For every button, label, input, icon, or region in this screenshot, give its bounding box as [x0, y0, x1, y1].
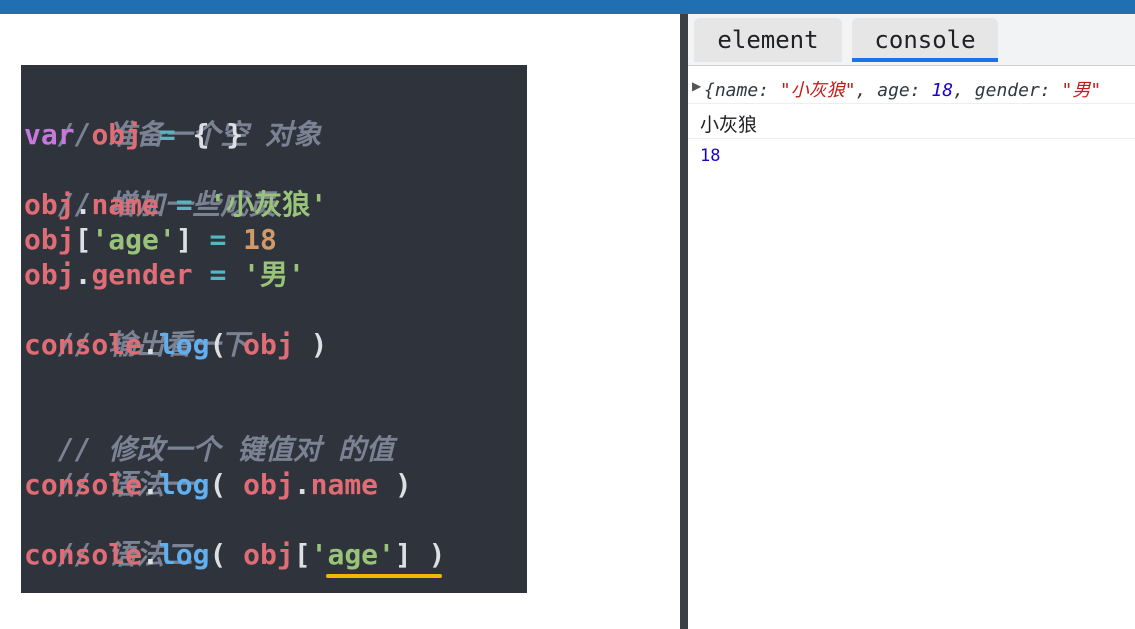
- string-value: '男': [243, 258, 305, 291]
- function-log: log: [158, 328, 210, 361]
- dot: .: [74, 258, 92, 291]
- paren-close: ): [394, 468, 412, 501]
- code-line-14: console.log( obj['age'] ): [24, 537, 445, 572]
- operator-assign: =: [175, 188, 193, 221]
- operator-assign: =: [158, 118, 176, 151]
- variable-obj: obj: [24, 188, 75, 221]
- keyword-var: var: [24, 118, 75, 151]
- braces: { }: [192, 118, 244, 151]
- top-bar: [0, 0, 1135, 14]
- dot: .: [142, 538, 159, 571]
- argument-obj: obj: [243, 468, 294, 501]
- function-log: log: [158, 538, 210, 571]
- code-line-6: obj.gender = '男': [24, 257, 305, 292]
- value-gender: "男": [1061, 80, 1102, 101]
- console-log-row-object[interactable]: ▶ {name: "小灰狼", age: 18, gender: "男": [688, 70, 1135, 104]
- dot: .: [142, 328, 159, 361]
- dot: .: [74, 188, 92, 221]
- function-log: log: [158, 468, 210, 501]
- tab-element[interactable]: element: [694, 18, 842, 62]
- key-age: , age:: [855, 80, 932, 101]
- paren-open: (: [209, 468, 227, 501]
- console-object: console: [24, 468, 143, 501]
- code-line-2: var obj = { }: [24, 117, 243, 152]
- variable-obj: obj: [91, 118, 143, 151]
- key-gender: , gender:: [953, 80, 1062, 101]
- variable-obj: obj: [24, 258, 75, 291]
- devtools-tab-bar: element console: [688, 14, 1135, 66]
- dot: .: [293, 468, 311, 501]
- code-line-4: obj.name = '小灰狼': [24, 187, 327, 222]
- paren-open: (: [209, 328, 227, 361]
- string-value: '小灰狼': [209, 188, 328, 221]
- dot: .: [142, 468, 159, 501]
- bracket-close: ]: [394, 538, 412, 571]
- bracket-open: [: [74, 223, 92, 256]
- string-key: 'age': [91, 223, 176, 256]
- console-log-row-number: 18: [688, 142, 1135, 172]
- operator-assign: =: [209, 223, 227, 256]
- argument-obj: obj: [243, 328, 294, 361]
- devtools-panel: element console ▶ {name: "小灰狼", age: 18,…: [688, 14, 1135, 629]
- console-output-number: 18: [700, 146, 721, 166]
- paren-close: ): [310, 328, 328, 361]
- number-value: 18: [243, 223, 277, 256]
- key-name: name:: [714, 80, 780, 101]
- operator-assign: =: [209, 258, 227, 291]
- argument-obj: obj: [243, 538, 294, 571]
- console-log-row-string: 小灰狼: [688, 106, 1135, 139]
- code-line-5: obj['age'] = 18: [24, 222, 277, 257]
- property-gender: gender: [91, 258, 193, 291]
- code-line-12: console.log( obj.name ): [24, 467, 412, 502]
- property-name: name: [91, 188, 159, 221]
- property-name: name: [310, 468, 379, 501]
- string-key: 'age': [310, 538, 395, 571]
- tab-console[interactable]: console: [852, 18, 998, 62]
- variable-obj: obj: [24, 223, 75, 256]
- paren-open: (: [209, 538, 227, 571]
- code-line-8: console.log( obj ): [24, 327, 327, 362]
- object-preview: {name: "小灰狼", age: 18, gender: "男": [704, 80, 1102, 101]
- bracket-open: [: [293, 538, 311, 571]
- value-age: 18: [931, 80, 954, 101]
- expand-triangle-icon[interactable]: ▶: [692, 79, 701, 93]
- panel-divider[interactable]: [680, 14, 688, 629]
- paren-close: ): [428, 538, 446, 571]
- value-name: "小灰狼": [779, 80, 856, 101]
- console-output-string: 小灰狼: [700, 114, 758, 136]
- console-object: console: [24, 538, 143, 571]
- highlight-underline: [326, 574, 442, 578]
- console-object: console: [24, 328, 143, 361]
- bracket-close: ]: [175, 223, 193, 256]
